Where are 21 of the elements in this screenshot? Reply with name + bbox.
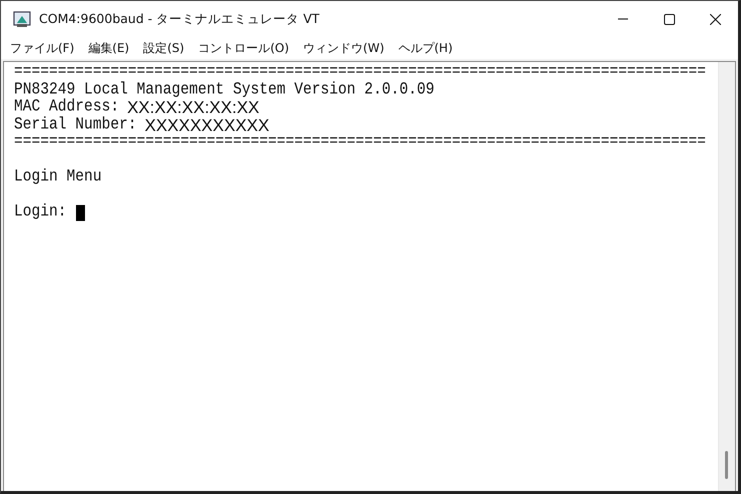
menu-item[interactable]: ヘルプ(H) bbox=[393, 40, 458, 56]
text-cursor bbox=[76, 204, 85, 221]
terminal-icon bbox=[13, 10, 31, 28]
scrollbar[interactable] bbox=[718, 62, 735, 491]
terminal-value: XX:XX:XX:XX:XX bbox=[127, 99, 260, 116]
terminal-text: Login Menu bbox=[14, 168, 102, 188]
close-icon bbox=[710, 14, 720, 24]
menu-item[interactable]: ファイル(F) bbox=[5, 40, 80, 56]
window-title: COM4:9600baud - ターミナルエミュレータ VT bbox=[39, 10, 320, 28]
terminal-label: MAC Address: bbox=[14, 98, 120, 116]
maximize-icon bbox=[664, 14, 674, 24]
login-prompt: Login: bbox=[14, 202, 67, 223]
menu-item[interactable]: 編集(E) bbox=[83, 40, 134, 56]
terminal-label: Serial Number: bbox=[14, 115, 137, 136]
terminal-value: XXXXXXXXXXX bbox=[144, 116, 270, 134]
terminal-text: PN83249 Local Management System Version 2.0.0.09 bbox=[14, 80, 434, 99]
menu-item[interactable]: コントロール(O) bbox=[193, 40, 294, 56]
separator-line: =============================================================================== bbox=[14, 62, 706, 82]
menu-item[interactable]: ウィンドウ(W) bbox=[298, 40, 390, 56]
separator-line: =============================================================================== bbox=[14, 132, 706, 153]
menu-item[interactable]: 設定(S) bbox=[138, 40, 190, 56]
